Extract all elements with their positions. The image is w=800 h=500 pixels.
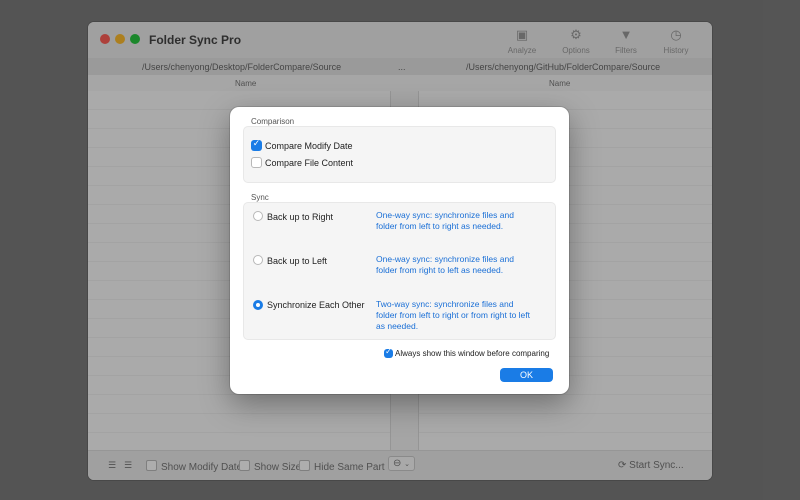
comparison-group xyxy=(243,126,556,183)
checkmark-icon: ✓ xyxy=(252,138,261,148)
compare-file-content-checkbox[interactable] xyxy=(251,157,262,168)
always-show-label: Always show this window before comparing xyxy=(395,349,550,358)
sync-options-dialog: Comparison ✓ Compare Modify Date Compare… xyxy=(230,107,569,394)
compare-file-content-label: Compare File Content xyxy=(265,158,354,168)
backup-to-right-radio[interactable] xyxy=(253,211,263,221)
backup-to-right-description: One-way sync: synchronize files and fold… xyxy=(376,210,514,231)
compare-modify-date-label: Compare Modify Date xyxy=(265,141,353,151)
backup-to-left-label: Back up to Left xyxy=(267,256,328,266)
sync-section-label: Sync xyxy=(251,193,269,202)
backup-to-right-label: Back up to Right xyxy=(267,212,334,222)
ok-button[interactable]: OK xyxy=(500,368,553,382)
backup-to-left-description: One-way sync: synchronize files and fold… xyxy=(376,254,514,275)
synchronize-each-other-radio[interactable] xyxy=(253,300,263,310)
checkmark-icon: ✓ xyxy=(385,347,392,356)
comparison-section-label: Comparison xyxy=(251,117,295,126)
always-show-checkbox[interactable]: ✓ xyxy=(384,347,393,358)
radio-dot xyxy=(256,303,260,307)
synchronize-each-other-description: Two-way sync: synchronize files and fold… xyxy=(376,299,531,331)
compare-modify-date-checkbox[interactable]: ✓ xyxy=(251,138,262,151)
synchronize-each-other-label: Synchronize Each Other xyxy=(267,300,365,310)
backup-to-left-radio[interactable] xyxy=(253,255,263,265)
